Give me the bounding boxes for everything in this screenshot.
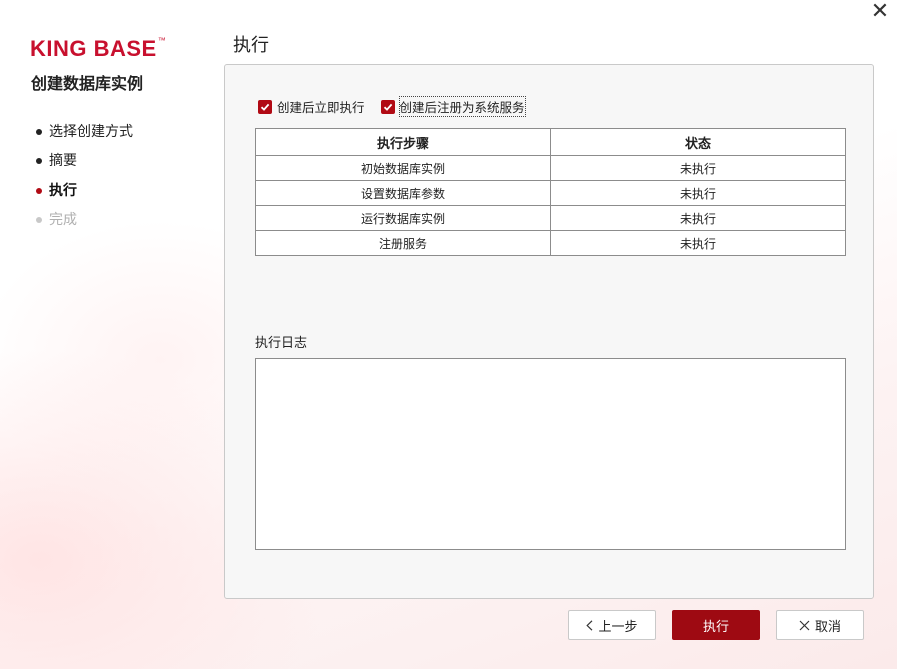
wizard-step-summary: 摘要 <box>36 147 133 177</box>
step-bullet-icon <box>36 217 42 224</box>
step-label: 摘要 <box>49 153 77 170</box>
step-name-cell: 运行数据库实例 <box>255 205 551 231</box>
run-after-create-checkbox[interactable]: 创建后立即执行 <box>258 97 365 116</box>
wizard-step-finish: 完成 <box>36 206 133 236</box>
wizard-title: 创建数据库实例 <box>31 74 144 93</box>
table-row: 运行数据库实例 未执行 <box>255 205 846 231</box>
page-title: 执行 <box>233 35 269 56</box>
execution-steps-table: 执行步骤 状态 初始数据库实例 未执行 设置数据库参数 未执行 运行数据库实例 … <box>255 128 846 256</box>
step-status-cell: 未执行 <box>550 155 846 181</box>
wizard-step-execute: 执行 <box>36 176 133 206</box>
execute-panel: 创建后立即执行 创建后注册为系统服务 执行步骤 状态 初始数据库实例 未执行 设… <box>224 64 874 599</box>
column-header-status: 状态 <box>550 128 846 156</box>
kingbase-logo: KING BASE™ <box>30 36 167 61</box>
close-button[interactable]: ✕ <box>867 0 893 26</box>
column-header-step: 执行步骤 <box>255 128 551 156</box>
step-status-cell: 未执行 <box>550 205 846 231</box>
table-row: 设置数据库参数 未执行 <box>255 180 846 206</box>
table-row: 注册服务 未执行 <box>255 230 846 256</box>
cancel-button-label: 取消 <box>814 619 841 635</box>
step-label: 选择创建方式 <box>49 123 133 140</box>
checkbox-checked-icon <box>258 99 272 114</box>
step-name-cell: 注册服务 <box>255 230 551 256</box>
execution-log-textarea[interactable] <box>255 358 846 550</box>
table-header-row: 执行步骤 状态 <box>255 128 846 156</box>
step-bullet-icon <box>36 158 42 165</box>
execute-button-label: 执行 <box>702 619 729 635</box>
wizard-step-select-method: 选择创建方式 <box>36 117 133 147</box>
execution-log-label: 执行日志 <box>255 336 308 351</box>
chevron-left-icon <box>586 619 593 631</box>
step-name-cell: 初始数据库实例 <box>255 155 551 181</box>
step-status-cell: 未执行 <box>550 180 846 206</box>
close-icon <box>799 620 810 631</box>
step-label: 完成 <box>49 212 77 229</box>
previous-button-label: 上一步 <box>598 619 638 635</box>
step-bullet-icon <box>36 128 42 135</box>
execute-button[interactable]: 执行 <box>672 610 760 640</box>
close-icon: ✕ <box>870 0 890 24</box>
register-service-checkbox[interactable]: 创建后注册为系统服务 <box>380 96 526 117</box>
register-service-label: 创建后注册为系统服务 <box>398 96 526 117</box>
previous-button[interactable]: 上一步 <box>568 610 656 640</box>
cancel-button[interactable]: 取消 <box>776 610 864 640</box>
table-row: 初始数据库实例 未执行 <box>255 155 846 181</box>
run-after-create-label: 创建后立即执行 <box>277 100 365 115</box>
step-status-cell: 未执行 <box>550 230 846 256</box>
step-name-cell: 设置数据库参数 <box>255 180 551 206</box>
step-label: 执行 <box>49 182 77 199</box>
wizard-steps: 选择创建方式 摘要 执行 完成 <box>36 117 133 235</box>
step-bullet-icon <box>36 187 42 194</box>
options-row: 创建后立即执行 创建后注册为系统服务 <box>258 96 541 117</box>
checkbox-checked-icon <box>380 99 395 114</box>
